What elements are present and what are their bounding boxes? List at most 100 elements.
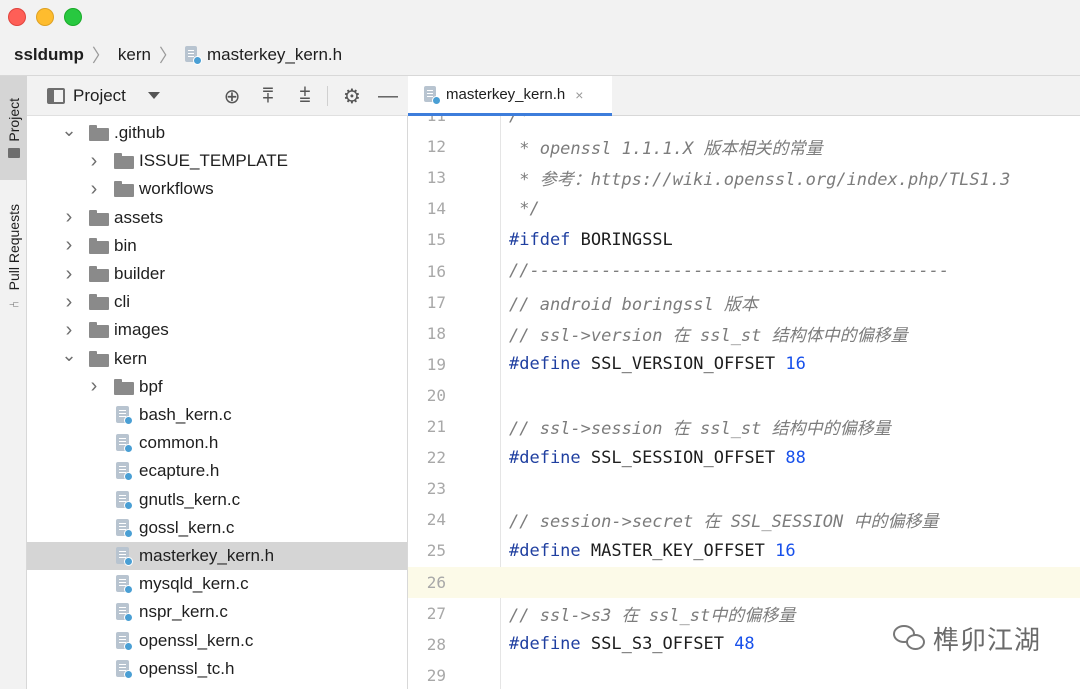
- zoom-window-button[interactable]: [64, 8, 82, 26]
- tree-item-label: ISSUE_TEMPLATE: [139, 151, 288, 171]
- tree-folder[interactable]: ⌄ .github: [27, 116, 407, 147]
- breadcrumb-folder[interactable]: kern: [118, 45, 151, 65]
- tree-file[interactable]: gossl_kern.c: [27, 514, 407, 542]
- chevron-right-icon[interactable]: ›: [89, 373, 99, 401]
- tree-folder[interactable]: › bin: [27, 232, 407, 260]
- chevron-right-icon[interactable]: ›: [64, 232, 74, 260]
- folder-icon: [89, 237, 109, 254]
- line-number: 12: [426, 137, 446, 157]
- code-token: SSL_VERSION_OFFSET: [580, 354, 786, 375]
- tree-folder[interactable]: › bpf: [27, 373, 407, 401]
- tree-folder[interactable]: › builder: [27, 260, 407, 288]
- line-number: 21: [426, 417, 446, 436]
- tree-folder[interactable]: › ISSUE_TEMPLATE: [27, 147, 407, 175]
- code-line[interactable]: 21 // ssl->session 在 ssl_st 结构中的偏移量: [408, 411, 1080, 442]
- code-text: // android boringssl 版本: [509, 290, 758, 315]
- source-file-icon: [115, 574, 133, 595]
- code-text: * openssl 1.1.1.X 版本相关的常量: [509, 134, 822, 159]
- chevron-right-icon[interactable]: ›: [64, 204, 74, 232]
- breadcrumb-root[interactable]: ssldump: [14, 45, 84, 65]
- tree-file[interactable]: gnutls_kern.c: [27, 486, 407, 514]
- chevron-right-icon[interactable]: ›: [89, 147, 99, 175]
- pull-request-icon: ⑂: [6, 300, 21, 309]
- code-editor[interactable]: 11/*12 * openssl 1.1.1.X 版本相关的常量13 * 参考：…: [408, 116, 1080, 689]
- gear-icon[interactable]: ⚙: [337, 76, 367, 116]
- chevron-right-icon[interactable]: ›: [64, 316, 74, 344]
- chevron-right-icon[interactable]: ›: [89, 175, 99, 203]
- hide-panel-icon[interactable]: —: [373, 76, 403, 116]
- tree-file[interactable]: openssl_kern.c: [27, 627, 407, 655]
- source-file-icon: [115, 490, 133, 510]
- tree-folder[interactable]: › cli: [27, 288, 407, 316]
- chevron-right-icon[interactable]: ›: [64, 288, 74, 316]
- chevron-right-icon: 〉: [158, 45, 177, 66]
- watermark-text: 榫卯江湖: [933, 626, 1042, 656]
- source-file-icon: [115, 546, 133, 566]
- minimize-window-button[interactable]: [36, 8, 54, 26]
- tree-folder[interactable]: › assets: [27, 204, 407, 232]
- chevron-right-icon[interactable]: ›: [64, 260, 74, 288]
- line-number: 27: [426, 603, 446, 623]
- tree-file[interactable]: masterkey_kern.h: [27, 542, 407, 570]
- code-number: 16: [785, 354, 806, 375]
- code-comment: // android boringssl 版本: [509, 294, 758, 315]
- tree-item-label: bpf: [139, 376, 163, 396]
- tree-file[interactable]: nspr_kern.c: [27, 598, 407, 626]
- code-line[interactable]: 11 /*: [408, 116, 1080, 131]
- code-line[interactable]: 20: [408, 380, 1080, 411]
- chevron-down-icon[interactable]: [147, 92, 160, 99]
- wechat-icon: [893, 624, 927, 653]
- source-file-icon: [115, 631, 133, 651]
- breadcrumb-file-label: masterkey_kern.h: [206, 44, 343, 64]
- folder-icon: [114, 181, 134, 198]
- tab-project[interactable]: Project: [0, 76, 27, 180]
- code-line[interactable]: 16 //------------------------------------…: [408, 256, 1080, 287]
- tree-file[interactable]: mysqld_kern.c: [27, 570, 407, 598]
- tree-file[interactable]: openssl_tc.h: [27, 655, 407, 683]
- code-line[interactable]: 25 #define MASTER_KEY_OFFSET 16: [408, 535, 1080, 566]
- close-window-button[interactable]: [8, 8, 26, 26]
- code-line[interactable]: 17 // android boringssl 版本: [408, 287, 1080, 318]
- line-number: 11: [408, 116, 446, 125]
- folder-icon: [89, 294, 109, 311]
- tree-item-label: nspr_kern.c: [139, 602, 228, 622]
- tree-folder[interactable]: ⌄ kern: [27, 342, 407, 373]
- tree-item-label: openssl_tc.h: [139, 658, 235, 678]
- code-line[interactable]: 19 #define SSL_VERSION_OFFSET 16: [408, 349, 1080, 380]
- locate-file-icon[interactable]: ⊕: [217, 76, 247, 116]
- tab-pull-requests[interactable]: Pull Requests ⑂: [0, 188, 27, 328]
- code-line[interactable]: 22 #define SSL_SESSION_OFFSET 88: [408, 442, 1080, 473]
- code-line[interactable]: 12 * openssl 1.1.1.X 版本相关的常量: [408, 131, 1080, 162]
- project-view-selector[interactable]: Project: [73, 86, 126, 106]
- folder-icon: [89, 322, 109, 339]
- code-line[interactable]: 29: [408, 660, 1080, 689]
- code-comment: // ssl->version 在 ssl_st 结构体中的偏移量: [509, 325, 908, 346]
- tree-file[interactable]: ecapture.h: [27, 457, 407, 485]
- project-view-icon: [47, 87, 65, 104]
- close-icon[interactable]: ×: [575, 87, 583, 103]
- code-line[interactable]: 14 */: [408, 193, 1080, 224]
- code-line[interactable]: 15 #ifdef BORINGSSL: [408, 224, 1080, 255]
- tree-folder[interactable]: › workflows: [27, 175, 407, 203]
- code-line[interactable]: 23: [408, 473, 1080, 504]
- tree-file[interactable]: common.h: [27, 429, 407, 457]
- code-keyword: #ifdef: [509, 229, 571, 250]
- code-line[interactable]: 24 // session->secret 在 SSL_SESSION 中的偏移量: [408, 504, 1080, 535]
- code-line[interactable]: 13 * 参考：https://wiki.openssl.org/index.p…: [408, 162, 1080, 193]
- breadcrumb-file[interactable]: masterkey_kern.h: [184, 44, 343, 65]
- line-number: 13: [426, 168, 446, 188]
- code-text: #define SSL_SESSION_OFFSET 88: [509, 448, 806, 468]
- code-keyword: #define: [509, 634, 581, 655]
- chevron-down-icon[interactable]: ⌄: [61, 342, 76, 370]
- code-line-current[interactable]: 26: [408, 566, 1080, 598]
- tree-item-label: .github: [114, 123, 166, 142]
- tab-masterkey-kern-h[interactable]: masterkey_kern.h ×: [408, 76, 612, 116]
- chevron-down-icon[interactable]: ⌄: [61, 116, 76, 144]
- tree-file[interactable]: bash_kern.c: [27, 401, 407, 429]
- code-keyword: #define: [509, 540, 581, 561]
- expand-all-icon[interactable]: ⩱: [253, 76, 283, 116]
- tree-folder[interactable]: › images: [27, 316, 407, 344]
- collapse-all-icon[interactable]: ⩲: [290, 76, 320, 116]
- tree-item-label: gossl_kern.c: [139, 517, 235, 537]
- code-line[interactable]: 18 // ssl->version 在 ssl_st 结构体中的偏移量: [408, 318, 1080, 349]
